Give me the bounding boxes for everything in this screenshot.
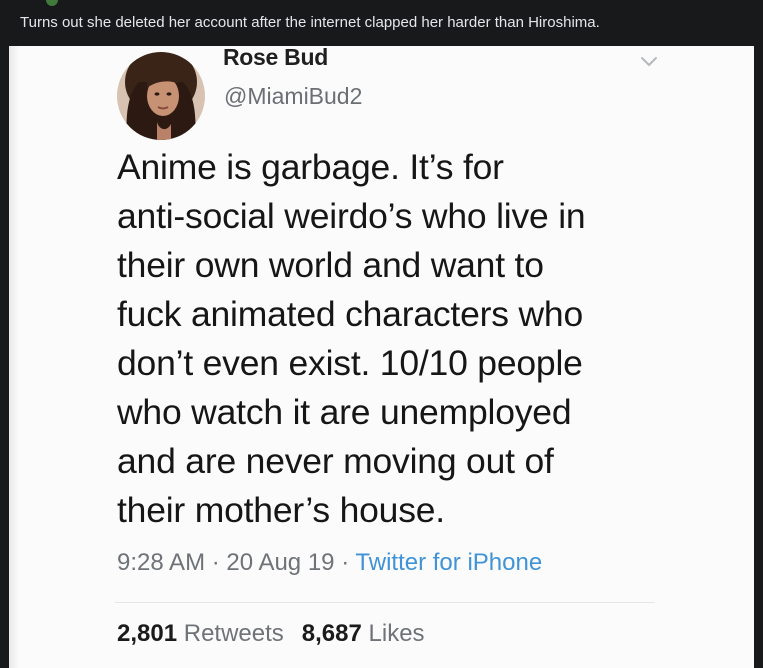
tweet-source-link[interactable]: Twitter for iPhone (355, 549, 542, 576)
display-name[interactable]: Rose Bud (223, 46, 328, 71)
post-header: Turns out she deleted her account after … (0, 0, 763, 46)
tweet-time[interactable]: 9:28 AM (117, 549, 205, 576)
likes-label: Likes (368, 620, 425, 647)
post-caption: Turns out she deleted her account after … (20, 14, 600, 31)
online-status-dot (46, 0, 58, 6)
right-edge-strip (754, 46, 763, 668)
tweet-text-line: who watch it are unemployed (117, 392, 572, 432)
retweets-label: Retweets (183, 620, 284, 647)
likes-count: 8,687 (301, 620, 362, 647)
tweet-text-line: don’t even exist. 10/10 people (117, 343, 583, 383)
retweets-count: 2,801 (117, 620, 178, 647)
retweets-stat[interactable]: 2,801 Retweets (117, 620, 284, 647)
tweet-text-line: and are never moving out of (117, 441, 554, 481)
likes-stat[interactable]: 8,687 Likes (302, 620, 425, 647)
tweet-text-line: fuck animated characters who (117, 294, 583, 334)
tweet-meta: 9:28 AM · 20 Aug 19 · Twitter for iPhone (117, 549, 542, 577)
tweet-text-line: their mother’s house. (117, 490, 445, 530)
tweet-text-line: Anime is garbage. It’s for (117, 147, 504, 187)
profile-photo (117, 52, 205, 140)
photo-shadow-edge (9, 46, 19, 668)
chevron-down-icon[interactable] (640, 56, 658, 68)
meta-separator: · (341, 549, 350, 576)
avatar[interactable] (117, 52, 205, 140)
meta-separator: · (211, 549, 220, 576)
tweet-text: Anime is garbage. It’s for anti-social w… (117, 143, 717, 535)
tweet-screenshot-image[interactable]: Rose Bud @MiamiBud2 Anime is garbage. It… (9, 46, 754, 668)
tweet-date[interactable]: 20 Aug 19 (226, 549, 334, 576)
tweet-text-line: anti-social weirdo’s who live in (117, 196, 586, 236)
tweet-stats: 2,801 Retweets 8,687 Likes (117, 620, 425, 648)
tweet-text-line: their own world and want to (117, 245, 544, 285)
divider (115, 602, 655, 603)
user-handle[interactable]: @MiamiBud2 (224, 83, 362, 110)
